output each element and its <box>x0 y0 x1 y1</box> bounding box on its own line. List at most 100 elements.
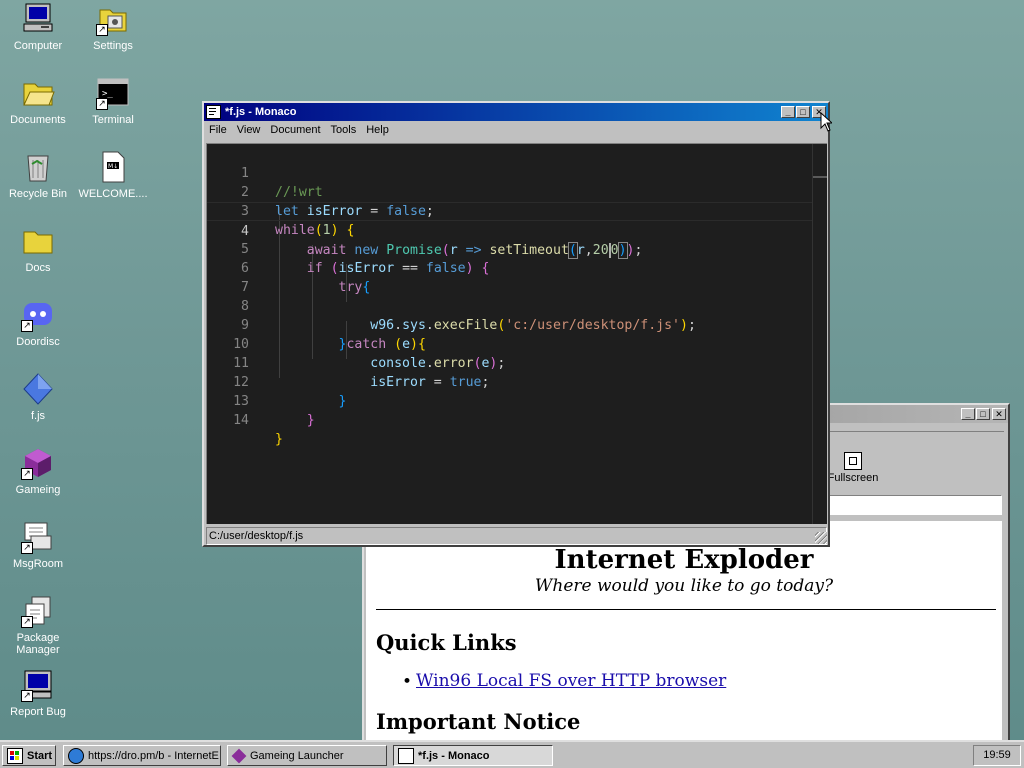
doordisc-icon: ↗ <box>21 298 55 332</box>
code-line[interactable]: 1 //!wrt <box>207 145 827 200</box>
document-icon: M↓ <box>96 150 130 184</box>
shortcut-arrow-icon: ↗ <box>21 468 33 480</box>
code-line-current[interactable]: 4 await new Promise(r => setTimeout(r,20… <box>207 202 827 259</box>
desktop-icon-label: MsgRoom <box>12 558 64 570</box>
desktop-icon-report-bug[interactable]: ↗ Report Bug <box>0 668 76 718</box>
code-line[interactable]: 2 let isError = false; <box>207 164 827 219</box>
page-heading: Internet Exploder <box>554 545 814 575</box>
window-title: *f.js - Monaco <box>225 106 297 118</box>
editor-scrollbar[interactable] <box>812 144 827 524</box>
quick-link[interactable]: Win96 Local FS over HTTP browser <box>416 671 726 691</box>
cube-icon <box>231 748 247 763</box>
desktop-icon-computer[interactable]: Computer <box>0 2 76 52</box>
desktop-icon-label: Package Manager <box>16 632 60 656</box>
page-tagline: Where would you like to go today? <box>534 576 834 596</box>
shortcut-arrow-icon: ↗ <box>21 690 33 702</box>
editor-icon <box>398 747 414 764</box>
desktop-icon-f-js[interactable]: f.js <box>0 372 76 422</box>
folder-icon <box>21 224 55 258</box>
code-line[interactable]: 6 try{ <box>207 240 827 295</box>
terminal-icon: >_ ↗ <box>96 76 130 110</box>
shortcut-arrow-icon: ↗ <box>21 542 33 554</box>
maximize-button[interactable]: □ <box>976 408 990 420</box>
line-code: } <box>275 432 283 447</box>
code-line[interactable]: 7 <box>207 259 827 295</box>
resize-grip[interactable] <box>815 532 827 544</box>
code-line[interactable]: 3 while(1) { <box>207 183 827 238</box>
code-line[interactable]: 8 w96.sys.execFile('c:/user/desktop/f.js… <box>207 278 827 333</box>
menu-tools[interactable]: Tools <box>326 124 362 136</box>
start-button[interactable]: Start <box>2 745 56 766</box>
mouse-cursor <box>820 111 834 132</box>
important-notice-heading: Important Notice <box>376 709 581 734</box>
code-line[interactable]: 14 } <box>207 392 827 447</box>
desktop-icon-label: Gameing <box>15 484 61 496</box>
editor-titlebar[interactable]: *f.js - Monaco _ □ ✕ <box>204 103 828 121</box>
taskbar: Start https://dro.pm/b - InternetE Gamei… <box>0 740 1024 768</box>
menu-help[interactable]: Help <box>361 124 394 136</box>
svg-text:M↓: M↓ <box>108 163 118 170</box>
taskbar-item-label: https://dro.pm/b - InternetE <box>88 749 219 762</box>
clock: 19:59 <box>973 745 1021 766</box>
desktop-icon-label: Documents <box>10 114 66 126</box>
cube-icon: ↗ <box>21 446 55 480</box>
minimize-button[interactable]: _ <box>781 106 795 118</box>
desktop-icon-docs[interactable]: Docs <box>0 224 76 274</box>
minimize-button[interactable]: _ <box>961 408 975 420</box>
editor-menubar: File View Document Tools Help <box>204 121 828 139</box>
start-label: Start <box>27 749 53 762</box>
address-bar[interactable] <box>828 495 1002 515</box>
shortcut-arrow-icon: ↗ <box>96 98 108 110</box>
desktop-icon-label: Terminal <box>92 114 134 126</box>
recycle-bin-icon <box>21 150 55 184</box>
fullscreen-button[interactable]: Fullscreen <box>826 452 880 484</box>
desktop-icon-label: WELCOME.... <box>78 188 148 200</box>
msgroom-icon: ↗ <box>21 520 55 554</box>
desktop-icon-doordisc[interactable]: ↗ Doordisc <box>0 298 76 348</box>
code-line[interactable]: 9 }catch (e){ <box>207 297 827 352</box>
menu-document[interactable]: Document <box>265 124 325 136</box>
report-bug-icon: ↗ <box>21 668 55 702</box>
menu-file[interactable]: File <box>204 124 232 136</box>
shortcut-arrow-icon: ↗ <box>21 616 33 628</box>
globe-icon <box>68 747 84 764</box>
editor-window[interactable]: *f.js - Monaco _ □ ✕ File View Document … <box>202 101 830 547</box>
taskbar-item-label: Gameing Launcher <box>250 749 344 762</box>
shortcut-arrow-icon: ↗ <box>96 24 108 36</box>
taskbar-item-gameing-launcher[interactable]: Gameing Launcher <box>227 745 387 766</box>
code-line[interactable]: 12 } <box>207 354 827 409</box>
desktop-icon-label: Recycle Bin <box>8 188 68 200</box>
taskbar-item-monaco[interactable]: *f.js - Monaco <box>393 745 553 766</box>
desktop-icon-msgroom[interactable]: ↗ MsgRoom <box>0 520 76 570</box>
close-button[interactable]: ✕ <box>992 408 1006 420</box>
shortcut-arrow-icon: ↗ <box>21 320 33 332</box>
code-line[interactable]: 10 console.error(e); <box>207 316 827 371</box>
quick-link-bullet: • <box>402 672 413 692</box>
desktop-icon-label: Computer <box>13 40 63 52</box>
desktop-icon-package-manager[interactable]: ↗ Package Manager <box>0 594 76 656</box>
computer-icon <box>21 2 55 36</box>
start-icon <box>7 747 23 764</box>
desktop-icon-documents[interactable]: Documents <box>0 76 76 126</box>
page-divider <box>376 609 996 610</box>
maximize-button[interactable]: □ <box>796 106 810 118</box>
line-code: } <box>306 413 315 428</box>
desktop-icon-settings[interactable]: ↗ Settings <box>75 2 151 52</box>
desktop-icon-label: Report Bug <box>10 706 66 718</box>
desktop-icon-welcome[interactable]: M↓ WELCOME.... <box>75 150 151 200</box>
desktop-icon-label: Settings <box>93 40 133 52</box>
code-line[interactable]: 5 if (isError == false) { <box>207 221 827 276</box>
desktop-icon-gameing[interactable]: ↗ Gameing <box>0 446 76 496</box>
code-line[interactable]: 11 isError = true; <box>207 335 827 390</box>
code-editor[interactable]: 1 //!wrt 2 let isError = false; 3 while(… <box>206 143 827 524</box>
scrollbar-marker <box>813 176 827 178</box>
menu-view[interactable]: View <box>232 124 266 136</box>
desktop-icon-recycle-bin[interactable]: Recycle Bin <box>0 150 76 200</box>
code-line[interactable]: 13 } <box>207 373 827 428</box>
line-number: 14 <box>233 413 249 428</box>
desktop-icon-terminal[interactable]: >_ ↗ Terminal <box>75 76 151 126</box>
taskbar-item-browser[interactable]: https://dro.pm/b - InternetE <box>63 745 221 766</box>
browser-content: Internet Exploder Where would you like t… <box>366 521 1002 741</box>
editor-status-path: C:/user/desktop/f.js <box>206 527 827 545</box>
desktop-icon-label: Doordisc <box>16 336 60 348</box>
